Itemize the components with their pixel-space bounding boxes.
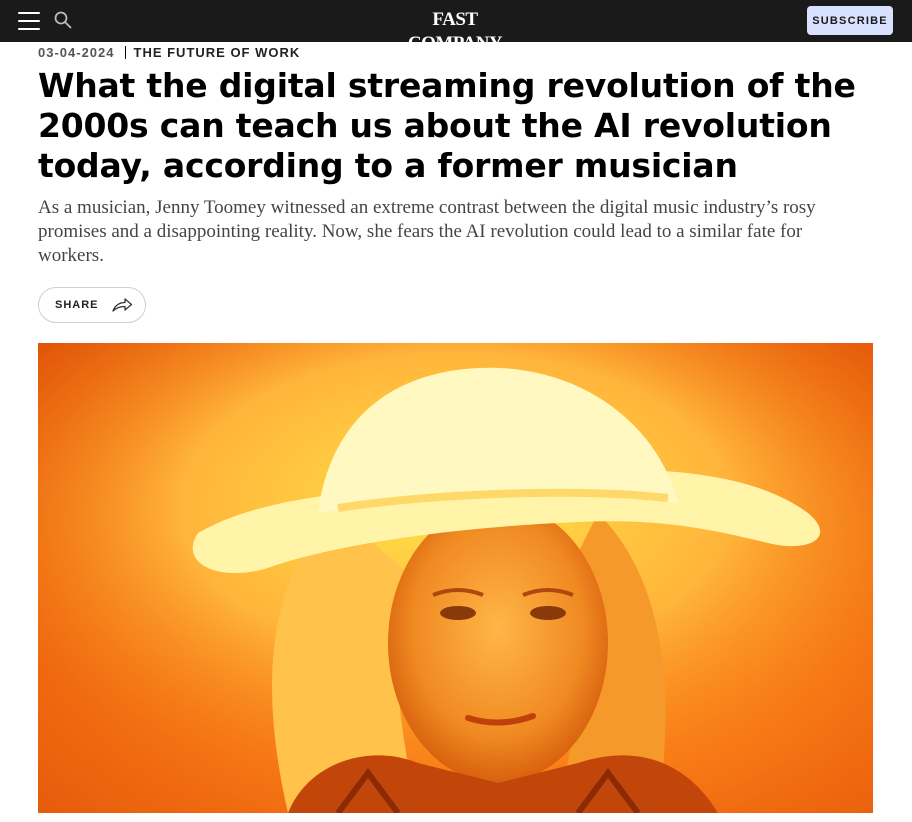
share-label: SHARE — [55, 299, 99, 311]
hamburger-menu-icon[interactable] — [18, 12, 40, 30]
share-button[interactable]: SHARE — [38, 287, 146, 323]
search-icon[interactable] — [53, 10, 73, 30]
subscribe-button[interactable]: SUBSCRIBE — [807, 6, 893, 35]
hero-image — [38, 343, 873, 813]
site-logo[interactable]: FAST COMPANY — [394, 8, 516, 54]
site-header: FAST COMPANY SUBSCRIBE — [0, 0, 912, 54]
article-headline: What the digital streaming revolution of… — [38, 66, 856, 185]
article-dek: As a musician, Jenny Toomey witnessed an… — [38, 197, 816, 266]
article-date: 03-04-2024 — [38, 44, 115, 60]
article-meta: 03-04-2024 THE FUTURE OF WORK — [38, 44, 300, 60]
portrait-illustration — [38, 343, 873, 813]
meta-divider — [124, 45, 126, 59]
article-category-link[interactable]: THE FUTURE OF WORK — [134, 45, 301, 60]
share-arrow-icon — [111, 298, 132, 312]
